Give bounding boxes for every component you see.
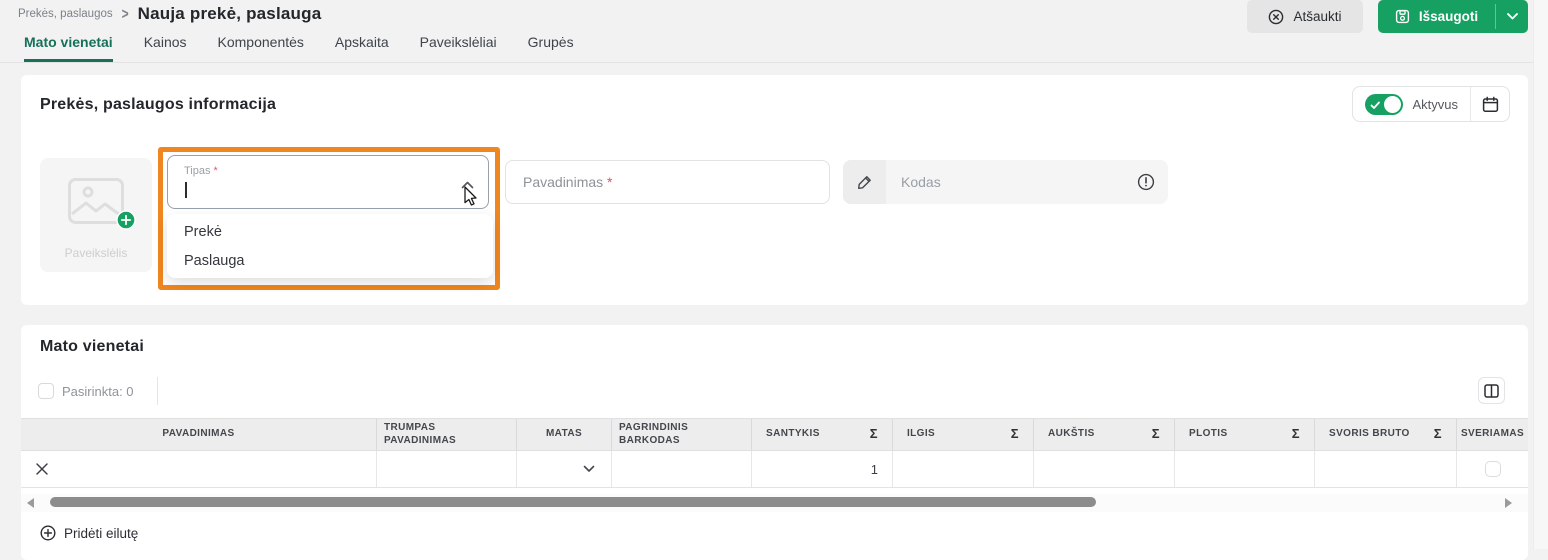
cancel-button-label: Atšaukti: [1293, 9, 1341, 24]
sum-icon[interactable]: [1434, 426, 1442, 442]
column-header-pavadinimas[interactable]: PAVADINIMAS: [21, 419, 377, 450]
type-option-paslauga[interactable]: Paslauga: [167, 246, 493, 275]
column-header-pagrindinis-barkodas[interactable]: PAGRINDINIS BARKODAS: [612, 419, 752, 450]
name-input[interactable]: Pavadinimas: [505, 160, 830, 204]
schedule-calendar-button[interactable]: [1471, 87, 1509, 121]
sum-icon[interactable]: [1152, 426, 1160, 442]
active-toggle-label: Aktyvus: [1412, 97, 1458, 112]
columns-icon: [1484, 384, 1499, 398]
units-card: Mato vienetai Pasirinkta: 0 PAVADINIMAS …: [21, 325, 1528, 560]
tab-apskaita[interactable]: Apskaita: [335, 34, 389, 62]
chevron-down-icon: [583, 465, 595, 473]
calendar-icon: [1482, 96, 1499, 113]
cell-santykis[interactable]: 1: [752, 451, 893, 487]
selection-row: Pasirinkta: 0: [21, 377, 1528, 409]
pencil-icon: [843, 160, 886, 204]
breadcrumb: Prekės, paslaugos > Nauja prekė, paslaug…: [18, 4, 321, 24]
type-select-label: Tipas: [184, 165, 218, 177]
type-select-input[interactable]: Tipas: [167, 155, 489, 209]
info-icon[interactable]: [1137, 173, 1155, 191]
cell-pagrindinis-barkodas[interactable]: [612, 451, 752, 487]
save-button[interactable]: Išsaugoti: [1378, 0, 1495, 33]
column-header-trumpas-pavadinimas[interactable]: TRUMPAS PAVADINIMAS: [377, 419, 517, 450]
tab-mato-vienetai[interactable]: Mato vienetai: [24, 34, 113, 62]
sum-icon[interactable]: [870, 426, 878, 442]
horizontal-scrollbar[interactable]: [21, 494, 1528, 512]
save-options-button[interactable]: [1496, 0, 1528, 33]
selection-divider: [157, 377, 158, 405]
cell-plotis[interactable]: [1175, 451, 1315, 487]
toggle-knob: [1384, 96, 1401, 113]
type-select-dropdown: Prekė Paslauga: [167, 214, 493, 278]
column-header-sveriamas[interactable]: SVERIAMAS: [1457, 419, 1528, 450]
tab-bar: Mato vienetai Kainos Komponentės Apskait…: [0, 30, 1548, 63]
product-info-card: Prekės, paslaugos informacija Aktyvus: [21, 75, 1528, 305]
cancel-circle-x-icon: [1268, 9, 1284, 25]
units-card-title: Mato vienetai: [40, 338, 144, 356]
active-toggle[interactable]: Aktyvus: [1353, 87, 1471, 121]
column-header-santykis[interactable]: SANTYKIS: [752, 419, 893, 450]
mouse-cursor-icon: [462, 186, 481, 212]
page: Prekės, paslaugos > Nauja prekė, paslaug…: [0, 0, 1548, 549]
code-input[interactable]: Kodas: [843, 160, 1168, 204]
units-table-header: PAVADINIMAS TRUMPAS PAVADINIMAS MATAS PA…: [21, 418, 1528, 451]
sveriamas-checkbox[interactable]: [1485, 461, 1501, 477]
save-split-button: Išsaugoti: [1378, 0, 1528, 33]
tab-grupes[interactable]: Grupės: [528, 34, 574, 62]
selection-count-label: Pasirinkta: 0: [62, 384, 134, 399]
tab-kainos[interactable]: Kainos: [144, 34, 187, 62]
tab-komponentes[interactable]: Komponentės: [218, 34, 304, 62]
column-header-aukstis[interactable]: AUKŠTIS: [1034, 419, 1175, 450]
toggle-check-icon: [1370, 98, 1381, 116]
add-row-label: Pridėti eilutę: [64, 526, 138, 541]
cell-sveriamas[interactable]: [1457, 451, 1528, 487]
column-header-svoris-bruto[interactable]: SVORIS BRUTO: [1315, 419, 1457, 450]
toolbar-actions: Atšaukti Išsaugoti: [1247, 0, 1528, 33]
name-input-placeholder: Pavadinimas: [523, 174, 613, 190]
cell-aukstis[interactable]: [1034, 451, 1175, 487]
circled-plus-icon: [40, 525, 56, 541]
add-row-button[interactable]: Pridėti eilutę: [40, 525, 138, 541]
cell-pavadinimas[interactable]: [21, 451, 377, 487]
image-upload-placeholder[interactable]: Paveikslėlis: [40, 158, 152, 272]
image-placeholder-label: Paveikslėlis: [40, 246, 152, 260]
scroll-right-arrow-icon[interactable]: [1505, 498, 1512, 508]
column-header-ilgis[interactable]: ILGIS: [893, 419, 1034, 450]
add-image-plus-icon[interactable]: [116, 210, 136, 235]
type-option-preke[interactable]: Prekė: [167, 217, 493, 246]
chevron-down-icon: [1507, 13, 1518, 20]
toggle-switch[interactable]: [1365, 94, 1403, 115]
vertical-scrollbar[interactable]: [1533, 0, 1548, 549]
tab-paveiksleliai[interactable]: Paveikslėliai: [420, 34, 497, 62]
status-group: Aktyvus: [1352, 86, 1510, 122]
column-header-plotis[interactable]: PLOTIS: [1175, 419, 1315, 450]
save-floppy-icon: [1395, 9, 1410, 24]
cell-ilgis[interactable]: [893, 451, 1034, 487]
top-bar: Prekės, paslaugos > Nauja prekė, paslaug…: [0, 0, 1548, 30]
scroll-left-arrow-icon[interactable]: [27, 498, 34, 508]
column-settings-button[interactable]: [1478, 377, 1505, 404]
cell-matas-select[interactable]: [517, 451, 612, 487]
code-input-placeholder: Kodas: [901, 174, 941, 190]
cell-trumpas-pavadinimas[interactable]: [377, 451, 517, 487]
scrollbar-thumb[interactable]: [50, 497, 1096, 507]
cancel-button[interactable]: Atšaukti: [1247, 0, 1363, 33]
text-caret: [185, 182, 187, 198]
table-row: 1: [21, 451, 1528, 488]
sum-icon[interactable]: [1292, 426, 1300, 442]
info-card-title: Prekės, paslaugos informacija: [40, 96, 276, 114]
select-all-checkbox[interactable]: [38, 383, 54, 399]
save-button-label: Išsaugoti: [1419, 9, 1478, 24]
cell-svoris-bruto[interactable]: [1315, 451, 1457, 487]
breadcrumb-parent-link[interactable]: Prekės, paslaugos: [18, 8, 113, 20]
sum-icon[interactable]: [1011, 426, 1019, 442]
breadcrumb-chevron-icon: >: [122, 5, 129, 23]
column-header-matas[interactable]: MATAS: [517, 419, 612, 450]
page-title: Nauja prekė, paslauga: [138, 4, 322, 24]
remove-row-icon[interactable]: [35, 462, 49, 476]
